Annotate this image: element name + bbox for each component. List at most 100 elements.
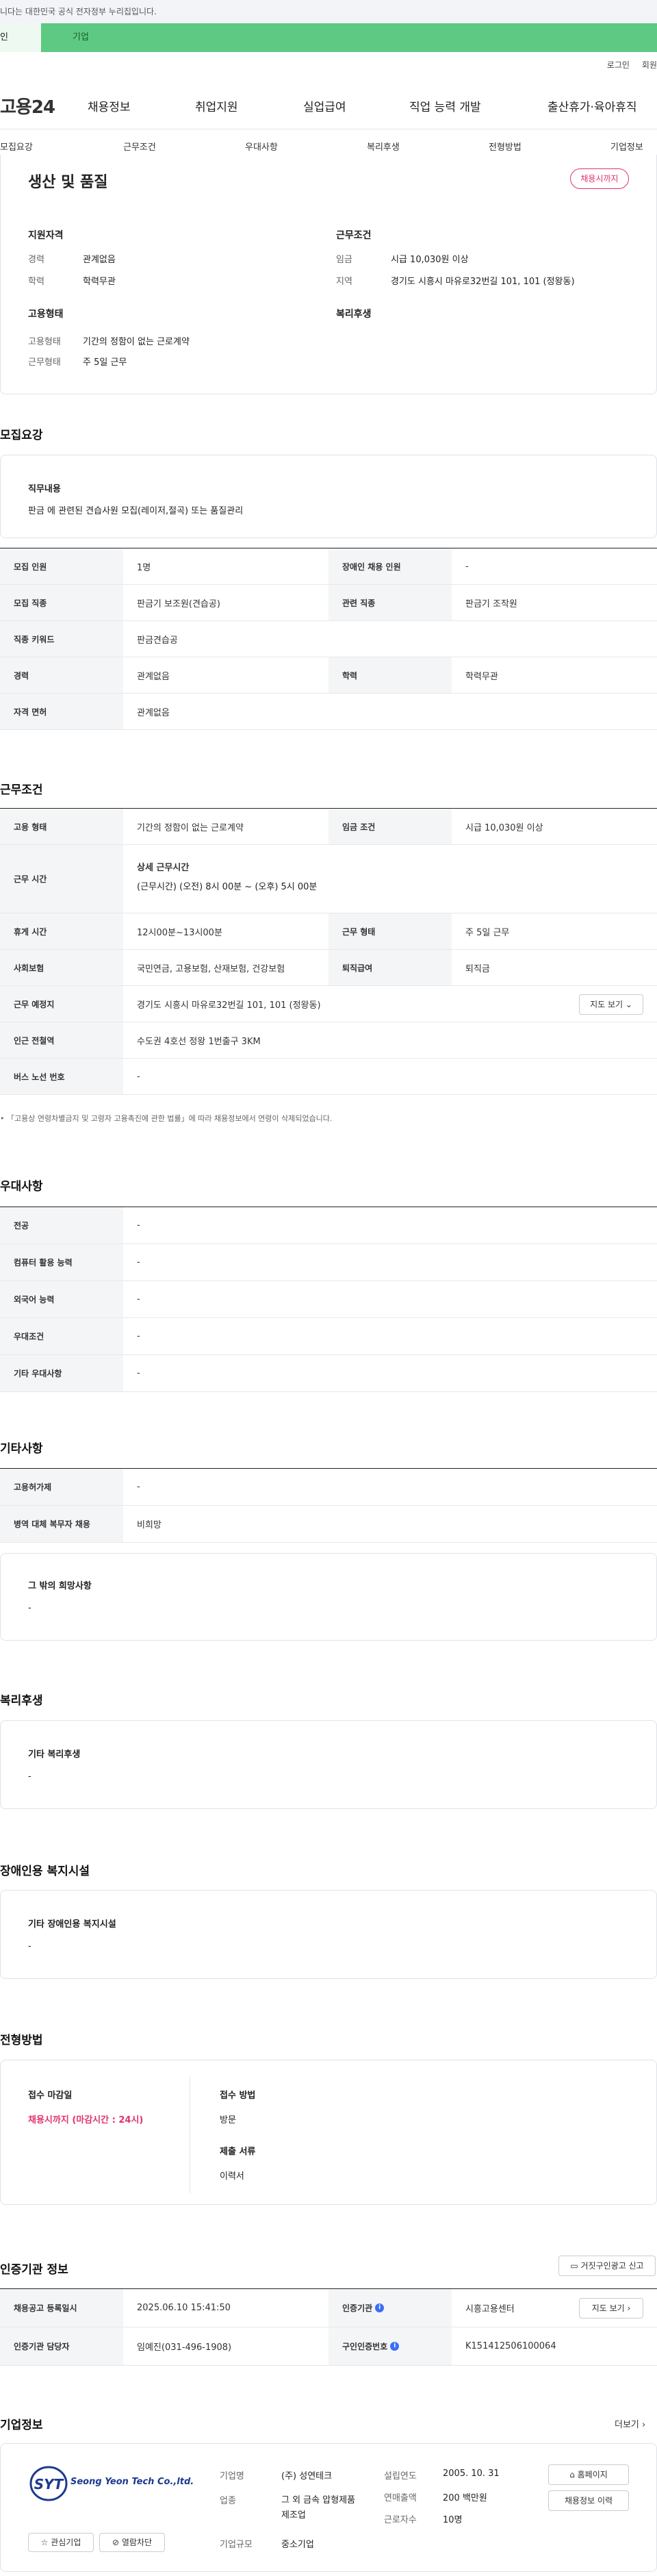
lnav-selection[interactable]: 전형방법 (489, 140, 521, 153)
qual-title: 지원자격 (28, 230, 64, 241)
size-value: 중소기업 (281, 2540, 314, 2550)
table-row: 근무 시간 상세 근무시간 (근무시간) (오전) 8시 00분 ~ (오후) … (0, 845, 657, 913)
info-icon[interactable]: i (375, 2303, 385, 2312)
row-header: 사회보험 (0, 950, 123, 985)
tab-company[interactable]: 기업 (73, 23, 89, 52)
table-row: 고용 형태 기간의 정함이 없는 근로계약 임금 조건 시급 10,030원 이… (0, 809, 657, 845)
lnav-company[interactable]: 기업정보 (610, 140, 643, 153)
gov-banner-text: 니다는 대한민국 공식 전자정부 누리집입니다. (0, 7, 157, 16)
row-header: 근무 형태 (328, 913, 452, 949)
row-value: - (137, 1482, 140, 1492)
row-header: 채용공고 등록일시 (0, 2289, 123, 2327)
tab-personal[interactable]: 인 (0, 23, 41, 52)
row-value: 시급 10,030원 이상 (465, 822, 543, 833)
disabled-card: 기타 장애인용 복지시설 - (0, 1890, 657, 1979)
row-value: 시흥고용센터 (465, 2304, 515, 2314)
row-header: 자격 면허 (0, 694, 123, 729)
company-title: 기업정보 (0, 2419, 43, 2432)
row-header: 퇴직급여 (328, 950, 452, 985)
row-header: 모집 인원 (0, 548, 123, 584)
login-link[interactable]: 로그인 (607, 60, 630, 70)
gnav-jobs[interactable]: 채용정보 (88, 97, 131, 114)
row-value: - (137, 1071, 140, 1082)
name-value: (주) 성연테크 (281, 2471, 333, 2482)
lnav-work[interactable]: 근무조건 (123, 140, 156, 153)
row-header: 근무 시간 (0, 845, 123, 913)
gnav-parental[interactable]: 출산휴가·육아휴직 (548, 97, 637, 114)
docs-value: 이력서 (220, 2171, 244, 2182)
gnav-unemployment[interactable]: 실업급여 (303, 97, 346, 114)
logo-mark-text: SYT (34, 2476, 64, 2492)
row-value: - (137, 1368, 140, 1378)
row-header: 외국어 능력 (0, 1281, 123, 1317)
lnav-welfare[interactable]: 복리후생 (367, 140, 400, 153)
homepage-button[interactable]: ⌂ 홈페이지 (548, 2464, 629, 2485)
row-value: - (137, 1294, 140, 1304)
row-header: 휴게 시간 (0, 913, 123, 949)
agency-map-label: 지도 보기 (591, 2303, 625, 2313)
agency-map-button[interactable]: 지도 보기 › (579, 2298, 643, 2319)
wage-label: 임금 (336, 255, 352, 265)
site-logo[interactable]: 고용24 (0, 93, 55, 118)
favorite-button[interactable]: ☆ 관심기업 (28, 2533, 94, 2552)
table-row: 경력 관계없음 학력 학력무관 (0, 657, 657, 694)
row-value: 판금견습공 (137, 635, 178, 646)
no-header-text: 구인인증번호 (342, 2342, 388, 2351)
gnav-training[interactable]: 직업 능력 개발 (409, 97, 481, 114)
emptype-value: 기간의 정함이 없는 근로계약 (83, 337, 190, 347)
lnav-pref[interactable]: 우대사항 (245, 140, 278, 153)
lnav-recruit[interactable]: 모집요강 (0, 140, 33, 153)
area-value: 경기도 시흥시 마유로32번길 101, 101 (정왕동) (391, 277, 575, 287)
table-row: 자격 면허 관계없음 (0, 694, 657, 730)
job-title: 생산 및 품질 (28, 174, 108, 191)
row-value: 퇴직금 (465, 963, 490, 974)
edu-label: 학력 (28, 277, 44, 287)
year-value: 2005. 10. 31 (443, 2468, 500, 2479)
row-value: 비희망 (137, 1520, 162, 1530)
row-header: 고용 형태 (0, 809, 123, 844)
disabled-value: - (28, 1941, 31, 1952)
report-ad-button[interactable]: ▭ 거짓구인광고 신고 (558, 2256, 656, 2276)
row-header: 인근 전철역 (0, 1022, 123, 1058)
row-value: - (137, 1257, 140, 1267)
signup-link[interactable]: 회원 (642, 60, 657, 70)
jobs-history-button[interactable]: 채용정보 이력 (548, 2490, 629, 2511)
table-row: 채용공고 등록일시 2025.06.10 15:41:50 인증기관 i 시흥고용… (0, 2289, 657, 2327)
emp-value: 10명 (443, 2515, 463, 2525)
cond-title: 근무조건 (336, 230, 372, 241)
map-button[interactable]: 지도 보기 ⌄ (579, 994, 643, 1015)
company-card: SYT Seong Yeon Tech Co.,ltd. ☆ 관심기업 ⊘ 열람… (0, 2443, 657, 2572)
selection-title: 전형방법 (0, 2034, 43, 2047)
duty-label: 직무내용 (28, 484, 61, 494)
block-button[interactable]: ⊘ 열람차단 (99, 2533, 165, 2552)
info-icon[interactable]: i (390, 2342, 400, 2351)
star-icon: ☆ (40, 2538, 49, 2547)
row-header: 임금 조건 (328, 809, 452, 844)
area-label: 지역 (336, 277, 352, 287)
method-value: 방문 (220, 2115, 236, 2125)
emp-label: 근로자수 (384, 2515, 417, 2525)
row-value: 경기도 시흥시 마유로32번길 101, 101 (정왕동) (137, 1000, 321, 1011)
row-value: K151412506100064 (465, 2341, 556, 2351)
table-row: 기타 우대사항 - (0, 1355, 657, 1392)
table-row: 인증기관 담당자 임예진(031-496-1908) 구인인증번호 i K1514… (0, 2327, 657, 2366)
table-row: 우대조건 - (0, 1318, 657, 1355)
summary-card: 생산 및 품질 채용시까지 지원자격 경력 관계없음 학력 학력무관 고용형태 … (0, 155, 657, 394)
emptype-label: 고용형태 (28, 337, 61, 347)
worktype-label: 근무형태 (28, 357, 61, 368)
wage-value: 시급 10,030원 이상 (391, 255, 469, 265)
homepage-label: 홈페이지 (577, 2470, 608, 2479)
table-row: 직종 키워드 판금견습공 (0, 621, 657, 657)
row-value: 수도권 4호선 정왕 1번출구 3KM (137, 1036, 261, 1047)
gov-banner: 니다는 대한민국 공식 전자정부 누리집입니다. (0, 0, 657, 23)
document-icon: ▭ (570, 2261, 578, 2271)
table-row: 인근 전철역 수도권 4호선 정왕 1번출구 3KM (0, 1022, 657, 1059)
row-header: 경력 (0, 657, 123, 693)
duty-card: 직무내용 판금 에 관련된 견습사원 모집(레이저,절곡) 또는 품질관리 (0, 455, 657, 538)
more-link[interactable]: 더보기 › (615, 2417, 645, 2430)
more-label: 더보기 (615, 2420, 639, 2430)
block-label: 열람차단 (121, 2538, 153, 2547)
row-header: 병역 대체 복무자 채용 (0, 1506, 123, 1542)
gnav-support[interactable]: 취업지원 (195, 97, 238, 114)
welfare-section-title: 복리후생 (0, 1694, 43, 1708)
